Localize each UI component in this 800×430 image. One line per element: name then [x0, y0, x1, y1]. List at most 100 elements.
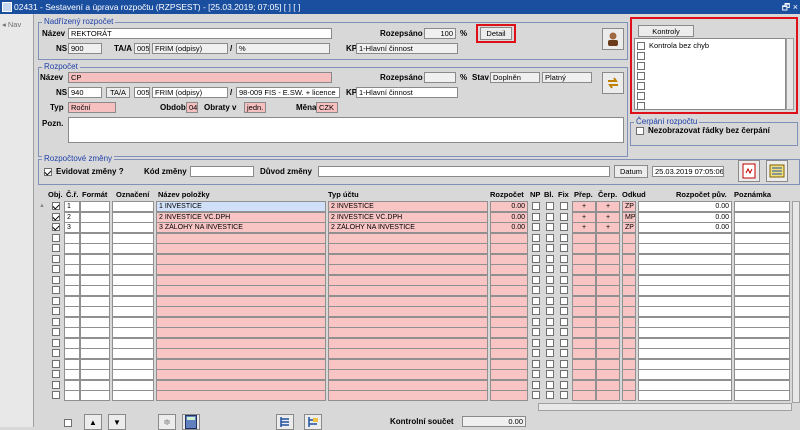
row-fix-checkbox[interactable]: [560, 223, 568, 231]
row-rozpocet-cell[interactable]: 0.00: [490, 211, 528, 223]
row-nazev-cell[interactable]: [156, 285, 326, 296]
row-fix-checkbox[interactable]: [560, 202, 568, 210]
row-puv-cell[interactable]: 0.00: [638, 211, 732, 223]
row-cr-cell[interactable]: 3: [64, 222, 80, 233]
row-fix-checkbox[interactable]: [560, 254, 568, 263]
row-cerp-cell[interactable]: [596, 253, 620, 265]
row-oznaceni-cell[interactable]: [112, 358, 154, 370]
control-item-checkbox[interactable]: [637, 72, 645, 80]
row-np-checkbox[interactable]: [532, 286, 540, 294]
row-np-checkbox[interactable]: [532, 212, 540, 221]
row-obj-checkbox[interactable]: [52, 265, 60, 273]
row-np-checkbox[interactable]: [532, 296, 540, 305]
row-pozn-cell[interactable]: [734, 306, 790, 317]
row-bl-checkbox[interactable]: [546, 223, 554, 231]
control-item-checkbox[interactable]: [637, 82, 645, 90]
row-typ-cell[interactable]: [328, 390, 488, 401]
row-obj-checkbox[interactable]: [52, 286, 60, 294]
row-rozpocet-cell[interactable]: [490, 379, 528, 391]
row-pozn-cell[interactable]: [734, 243, 790, 254]
row-obj-checkbox[interactable]: [52, 202, 60, 210]
control-item-checkbox[interactable]: [637, 62, 645, 70]
row-prep-cell[interactable]: +: [572, 222, 596, 233]
row-prep-cell[interactable]: +: [572, 211, 596, 223]
row-odkud-cell[interactable]: [622, 348, 636, 359]
row-cr-cell[interactable]: [64, 316, 80, 328]
row-nazev-cell[interactable]: [156, 369, 326, 380]
row-obj-checkbox[interactable]: [52, 380, 60, 389]
row-cr-cell[interactable]: [64, 306, 80, 317]
row-prep-cell[interactable]: [572, 337, 596, 349]
table-row[interactable]: [34, 264, 800, 275]
row-format-cell[interactable]: [80, 211, 110, 223]
row-puv-cell[interactable]: 0.00: [638, 222, 732, 233]
row-typ-cell[interactable]: [328, 264, 488, 275]
row-cr-cell[interactable]: [64, 253, 80, 265]
row-odkud-cell[interactable]: [622, 232, 636, 244]
row-odkud-cell[interactable]: MP: [622, 211, 636, 223]
row-bl-checkbox[interactable]: [546, 370, 554, 378]
row-nazev-cell[interactable]: 1 INVESTICE: [156, 201, 326, 212]
row-format-cell[interactable]: [80, 337, 110, 349]
row-puv-cell[interactable]: [638, 285, 732, 296]
row-nazev-cell[interactable]: [156, 264, 326, 275]
row-oznaceni-cell[interactable]: [112, 295, 154, 307]
row-obj-checkbox[interactable]: [52, 370, 60, 378]
budget-stav-field-2[interactable]: Platný: [542, 72, 592, 83]
row-cerp-cell[interactable]: +: [596, 211, 620, 223]
budget-typ-field[interactable]: Roční: [68, 102, 116, 113]
report-icon-button[interactable]: [738, 160, 760, 182]
table-row[interactable]: [34, 232, 800, 244]
row-puv-cell[interactable]: 0.00: [638, 201, 732, 212]
row-format-cell[interactable]: [80, 264, 110, 275]
row-fix-checkbox[interactable]: [560, 307, 568, 315]
row-rozpocet-cell[interactable]: [490, 316, 528, 328]
row-pozn-cell[interactable]: [734, 222, 790, 233]
row-oznaceni-cell[interactable]: [112, 379, 154, 391]
table-row[interactable]: [34, 358, 800, 370]
row-cerp-cell[interactable]: [596, 243, 620, 254]
row-cr-cell[interactable]: [64, 274, 80, 286]
row-puv-cell[interactable]: [638, 274, 732, 286]
row-format-cell[interactable]: [80, 243, 110, 254]
control-item[interactable]: [637, 51, 783, 61]
budget-obdobi-field[interactable]: 04: [186, 102, 198, 113]
row-odkud-cell[interactable]: [622, 358, 636, 370]
row-bl-checkbox[interactable]: [546, 212, 554, 221]
row-odkud-cell[interactable]: [622, 337, 636, 349]
budget-mena-field[interactable]: CZK: [316, 102, 338, 113]
row-bl-checkbox[interactable]: [546, 244, 554, 252]
row-cerp-cell[interactable]: [596, 337, 620, 349]
row-bl-checkbox[interactable]: [546, 349, 554, 357]
table-row[interactable]: 3 3 ZÁLOHY NA INVESTICE 2 ZÁLOHY NA INVEST…: [34, 222, 800, 233]
row-np-checkbox[interactable]: [532, 254, 540, 263]
row-prep-cell[interactable]: [572, 316, 596, 328]
row-odkud-cell[interactable]: [622, 327, 636, 338]
row-pozn-cell[interactable]: [734, 232, 790, 244]
row-puv-cell[interactable]: [638, 379, 732, 391]
row-bl-checkbox[interactable]: [546, 296, 554, 305]
row-nazev-cell[interactable]: [156, 306, 326, 317]
row-oznaceni-cell[interactable]: [112, 264, 154, 275]
row-typ-cell[interactable]: 2 ZÁLOHY NA INVESTICE: [328, 222, 488, 233]
row-cerp-cell[interactable]: +: [596, 201, 620, 212]
row-prep-cell[interactable]: [572, 285, 596, 296]
row-bl-checkbox[interactable]: [546, 359, 554, 368]
row-rozpocet-cell[interactable]: [490, 253, 528, 265]
row-nazev-cell[interactable]: [156, 358, 326, 370]
row-cr-cell[interactable]: 1: [64, 201, 80, 212]
row-odkud-cell[interactable]: [622, 274, 636, 286]
row-cr-cell[interactable]: [64, 358, 80, 370]
table-row[interactable]: ▲ 1 1 INVESTICE 2 INVESTICE 0.00 + + ZP 0.00: [34, 201, 800, 212]
select-all-checkbox[interactable]: [64, 419, 72, 427]
budget-obraty-field[interactable]: jedn.: [244, 102, 266, 113]
row-odkud-cell[interactable]: [622, 379, 636, 391]
row-prep-cell[interactable]: [572, 358, 596, 370]
row-puv-cell[interactable]: [638, 295, 732, 307]
row-cerp-cell[interactable]: [596, 232, 620, 244]
row-pozn-cell[interactable]: [734, 285, 790, 296]
nezobrazovat-checkbox[interactable]: [636, 127, 644, 135]
row-fix-checkbox[interactable]: [560, 328, 568, 336]
row-oznaceni-cell[interactable]: [112, 327, 154, 338]
row-np-checkbox[interactable]: [532, 233, 540, 242]
